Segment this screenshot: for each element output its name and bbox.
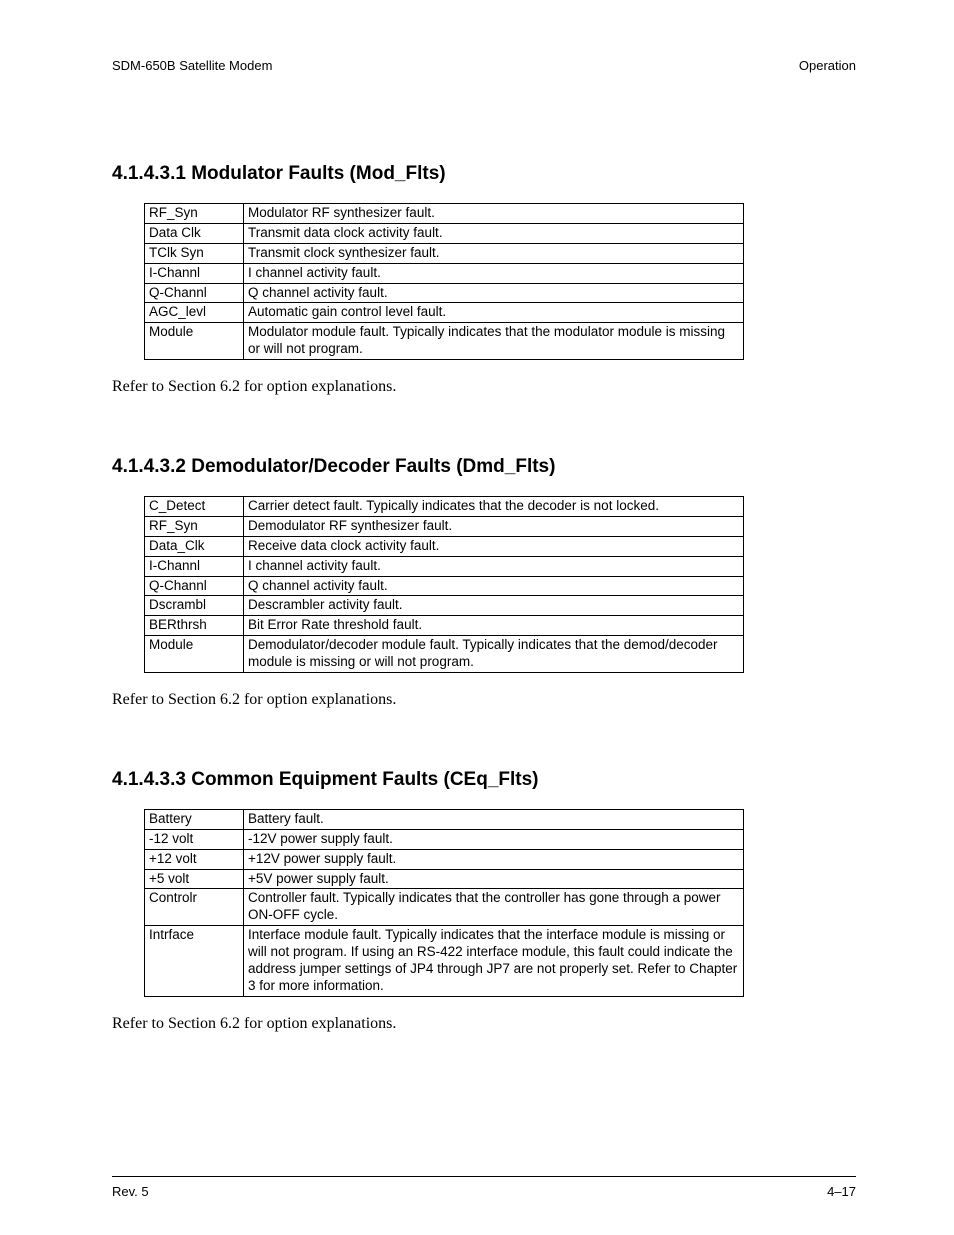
table-row: -12 volt-12V power supply fault. bbox=[145, 829, 744, 849]
fault-name: C_Detect bbox=[145, 497, 244, 517]
fault-desc: I channel activity fault. bbox=[244, 556, 744, 576]
fault-name: -12 volt bbox=[145, 829, 244, 849]
fault-name: Module bbox=[145, 323, 244, 360]
fault-desc: Receive data clock activity fault. bbox=[244, 536, 744, 556]
table-row: RF_SynModulator RF synthesizer fault. bbox=[145, 204, 744, 224]
fault-desc: Interface module fault. Typically indica… bbox=[244, 926, 744, 997]
fault-desc: +12V power supply fault. bbox=[244, 849, 744, 869]
table-row: Q-ChannlQ channel activity fault. bbox=[145, 576, 744, 596]
section-heading: 4.1.4.3.3 Common Equipment Faults (CEq_F… bbox=[112, 769, 856, 791]
table-row: C_DetectCarrier detect fault. Typically … bbox=[145, 497, 744, 517]
fault-table: C_DetectCarrier detect fault. Typically … bbox=[144, 496, 744, 673]
page: SDM-650B Satellite Modem Operation 4.1.4… bbox=[0, 0, 954, 1235]
header-left: SDM-650B Satellite Modem bbox=[112, 58, 272, 73]
fault-desc: Battery fault. bbox=[244, 809, 744, 829]
footer-rule bbox=[112, 1176, 856, 1177]
table-row: Q-ChannlQ channel activity fault. bbox=[145, 283, 744, 303]
fault-desc: Transmit data clock activity fault. bbox=[244, 223, 744, 243]
table-row: Data_ClkReceive data clock activity faul… bbox=[145, 536, 744, 556]
table-row: IntrfaceInterface module fault. Typicall… bbox=[145, 926, 744, 997]
fault-name: Data Clk bbox=[145, 223, 244, 243]
fault-desc: Carrier detect fault. Typically indicate… bbox=[244, 497, 744, 517]
fault-name: I-Channl bbox=[145, 263, 244, 283]
fault-desc: Modulator RF synthesizer fault. bbox=[244, 204, 744, 224]
fault-desc: -12V power supply fault. bbox=[244, 829, 744, 849]
footer-left: Rev. 5 bbox=[112, 1184, 149, 1199]
section-heading: 4.1.4.3.1 Modulator Faults (Mod_Flts) bbox=[112, 163, 856, 185]
fault-table: BatteryBattery fault.-12 volt-12V power … bbox=[144, 809, 744, 997]
table-row: TClk SynTransmit clock synthesizer fault… bbox=[145, 243, 744, 263]
table-row: AGC_levlAutomatic gain control level fau… bbox=[145, 303, 744, 323]
section: 4.1.4.3.1 Modulator Faults (Mod_Flts) RF_… bbox=[112, 163, 856, 396]
fault-desc: I channel activity fault. bbox=[244, 263, 744, 283]
fault-desc: Q channel activity fault. bbox=[244, 283, 744, 303]
page-header: SDM-650B Satellite Modem Operation bbox=[112, 58, 856, 73]
table-row: +12 volt+12V power supply fault. bbox=[145, 849, 744, 869]
section-heading: 4.1.4.3.2 Demodulator/Decoder Faults (Dm… bbox=[112, 456, 856, 478]
table-row: Data ClkTransmit data clock activity fau… bbox=[145, 223, 744, 243]
fault-desc: Demodulator/decoder module fault. Typica… bbox=[244, 636, 744, 673]
fault-desc: +5V power supply fault. bbox=[244, 869, 744, 889]
fault-name: I-Channl bbox=[145, 556, 244, 576]
footer-right: 4–17 bbox=[827, 1184, 856, 1199]
page-footer: Rev. 5 4–17 bbox=[112, 1184, 856, 1199]
table-row: BatteryBattery fault. bbox=[145, 809, 744, 829]
fault-desc: Transmit clock synthesizer fault. bbox=[244, 243, 744, 263]
table-row: ControlrController fault. Typically indi… bbox=[145, 889, 744, 926]
table-row: ModuleModulator module fault. Typically … bbox=[145, 323, 744, 360]
table-row: I-ChannlI channel activity fault. bbox=[145, 556, 744, 576]
fault-desc: Modulator module fault. Typically indica… bbox=[244, 323, 744, 360]
content: 4.1.4.3.1 Modulator Faults (Mod_Flts) RF_… bbox=[112, 163, 856, 1033]
section: 4.1.4.3.3 Common Equipment Faults (CEq_F… bbox=[112, 769, 856, 1033]
fault-name: Q-Channl bbox=[145, 576, 244, 596]
table-row: ModuleDemodulator/decoder module fault. … bbox=[145, 636, 744, 673]
table-row: +5 volt+5V power supply fault. bbox=[145, 869, 744, 889]
fault-table: RF_SynModulator RF synthesizer fault.Dat… bbox=[144, 203, 744, 360]
fault-name: Module bbox=[145, 636, 244, 673]
section-note: Refer to Section 6.2 for option explanat… bbox=[112, 1015, 856, 1033]
fault-desc: Bit Error Rate threshold fault. bbox=[244, 616, 744, 636]
fault-name: +5 volt bbox=[145, 869, 244, 889]
fault-name: RF_Syn bbox=[145, 516, 244, 536]
fault-desc: Q channel activity fault. bbox=[244, 576, 744, 596]
fault-desc: Demodulator RF synthesizer fault. bbox=[244, 516, 744, 536]
table-row: DscramblDescrambler activity fault. bbox=[145, 596, 744, 616]
fault-name: Controlr bbox=[145, 889, 244, 926]
fault-name: Q-Channl bbox=[145, 283, 244, 303]
fault-name: Data_Clk bbox=[145, 536, 244, 556]
table-row: BERthrshBit Error Rate threshold fault. bbox=[145, 616, 744, 636]
fault-desc: Automatic gain control level fault. bbox=[244, 303, 744, 323]
fault-name: TClk Syn bbox=[145, 243, 244, 263]
fault-name: +12 volt bbox=[145, 849, 244, 869]
fault-name: BERthrsh bbox=[145, 616, 244, 636]
fault-desc: Descrambler activity fault. bbox=[244, 596, 744, 616]
fault-name: RF_Syn bbox=[145, 204, 244, 224]
table-row: I-ChannlI channel activity fault. bbox=[145, 263, 744, 283]
table-row: RF_SynDemodulator RF synthesizer fault. bbox=[145, 516, 744, 536]
section-note: Refer to Section 6.2 for option explanat… bbox=[112, 378, 856, 396]
header-right: Operation bbox=[799, 58, 856, 73]
section: 4.1.4.3.2 Demodulator/Decoder Faults (Dm… bbox=[112, 456, 856, 709]
fault-name: Dscrambl bbox=[145, 596, 244, 616]
fault-name: AGC_levl bbox=[145, 303, 244, 323]
fault-name: Intrface bbox=[145, 926, 244, 997]
fault-desc: Controller fault. Typically indicates th… bbox=[244, 889, 744, 926]
fault-name: Battery bbox=[145, 809, 244, 829]
section-note: Refer to Section 6.2 for option explanat… bbox=[112, 691, 856, 709]
